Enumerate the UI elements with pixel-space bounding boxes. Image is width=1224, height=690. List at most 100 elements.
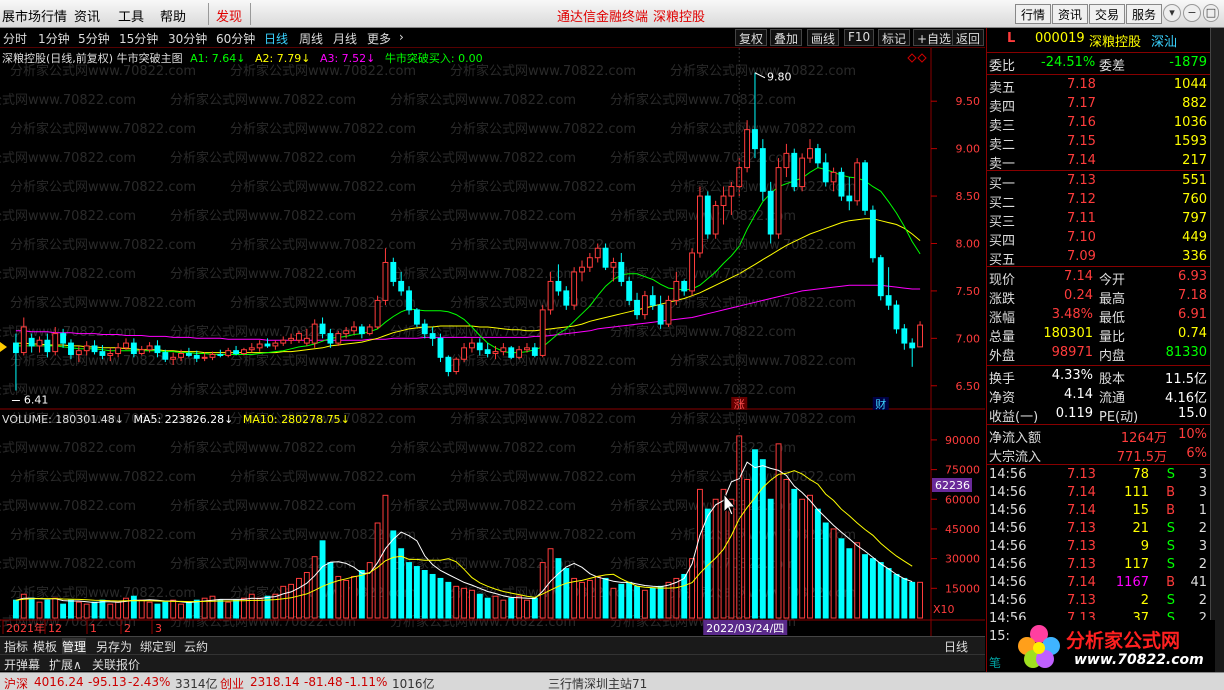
- ask-row[interactable]: 卖三 7.16 1036: [987, 115, 1211, 134]
- candle-up: [20, 326, 27, 354]
- divider: [987, 424, 1211, 425]
- candle-down: [437, 337, 444, 358]
- tick-row[interactable]: 14:56 7.13 78 S 3: [987, 467, 1211, 485]
- ask-row[interactable]: 卖四 7.17 882: [987, 96, 1211, 115]
- volume-bar-up: [296, 577, 302, 619]
- flow-row[interactable]: 净流入额 1264万 10%: [987, 427, 1211, 446]
- divider: [987, 170, 1211, 171]
- tick-time: 14:56: [989, 557, 1027, 572]
- stat-row[interactable]: 现价 7.14 今开 6.93: [987, 269, 1211, 288]
- volume-bar-down: [563, 568, 570, 619]
- price-axis-label: 9.00: [956, 143, 981, 156]
- tab-related-quotes[interactable]: 关联报价: [92, 656, 140, 673]
- candle-up: [579, 266, 585, 273]
- ask-row[interactable]: 卖五 7.18 1044: [987, 77, 1211, 96]
- tick-time: 14:56: [989, 503, 1027, 518]
- tab-danmaku[interactable]: 开弹幕: [4, 656, 40, 673]
- candle-up: [36, 339, 43, 347]
- tab-save-as[interactable]: 另存为: [96, 638, 132, 655]
- tab-cloud[interactable]: 云約: [184, 638, 208, 655]
- tick-row[interactable]: 14:56 7.14 1167 B 41: [987, 575, 1211, 593]
- volume-bar-up: [673, 577, 680, 619]
- tab-expand[interactable]: 扩展∧: [49, 656, 82, 673]
- candle-up: [720, 195, 727, 207]
- candle-up: [83, 345, 90, 352]
- ma60-line: [15, 284, 921, 341]
- candle-up: [594, 247, 601, 259]
- tick-count: 2: [1198, 593, 1207, 608]
- tick-row[interactable]: 14:56 7.13 117 S 2: [987, 557, 1211, 575]
- candle-down: [791, 152, 798, 188]
- candle-down: [91, 345, 98, 353]
- candle-up: [256, 343, 263, 349]
- candle-up: [728, 186, 735, 197]
- volume-bar-down: [44, 599, 51, 619]
- bid-row[interactable]: 买二 7.12 760: [987, 192, 1211, 211]
- candle-down: [618, 261, 625, 282]
- status-cy-change: -81.48: [304, 675, 343, 689]
- extension-tabs: 开弹幕 扩展∧ 关联报价: [0, 654, 985, 673]
- volume-bar-down: [319, 540, 326, 619]
- fundamental-row[interactable]: 换手 4.33% 股本 11.5亿: [987, 368, 1211, 387]
- candle-up: [673, 280, 680, 301]
- bid-row[interactable]: 买五 7.09 336: [987, 249, 1211, 268]
- bid-row[interactable]: 买四 7.10 449: [987, 230, 1211, 249]
- tab-template[interactable]: 模板: [33, 638, 57, 655]
- candle-down: [185, 353, 192, 356]
- price-axis-label: 9.50: [956, 95, 981, 108]
- tick-row[interactable]: 14:56 7.13 9 S 3: [987, 539, 1211, 557]
- candle-down: [531, 347, 538, 356]
- volume-bar-up: [303, 571, 310, 619]
- volume-bar-down: [99, 599, 106, 619]
- candle-down: [752, 129, 758, 150]
- volume-bar-down: [846, 548, 853, 619]
- stat-value: 7.14: [1064, 269, 1093, 284]
- fundamental-row[interactable]: 收益(一) 0.119 PE(动) 15.0: [987, 406, 1211, 425]
- volume-bar-down: [814, 508, 821, 619]
- volume-bar-up: [468, 589, 475, 619]
- fund-label: 流通: [1099, 391, 1126, 406]
- ask-row[interactable]: 卖一 7.14 217: [987, 153, 1211, 172]
- volume-bar-up: [115, 601, 122, 619]
- candle-down: [759, 148, 766, 192]
- bid-price: 7.13: [1067, 173, 1096, 188]
- tab-indicator[interactable]: 指标: [4, 638, 28, 655]
- fundamental-row[interactable]: 净资 4.14 流通 4.16亿: [987, 387, 1211, 406]
- stat-row[interactable]: 总量 180301 量比 0.74: [987, 326, 1211, 345]
- ask-volume: 882: [1182, 96, 1207, 111]
- scrollbar[interactable]: [1210, 28, 1224, 672]
- tick-row[interactable]: 14:56 7.13 2 S 2: [987, 593, 1211, 611]
- bid-row[interactable]: 买三 7.11 797: [987, 211, 1211, 230]
- volume-bar-up: [579, 581, 585, 619]
- indicator-a2: A2: 7.79↓: [255, 52, 311, 65]
- tick-price: 7.14: [1067, 575, 1096, 590]
- tab-bind[interactable]: 绑定到: [140, 638, 176, 655]
- fund-label: 收益(一): [989, 410, 1039, 425]
- ask-row[interactable]: 卖二 7.15 1593: [987, 134, 1211, 153]
- volume-bar-down: [626, 581, 633, 619]
- tick-row[interactable]: 14:56 7.14 15 B 1: [987, 503, 1211, 521]
- tick-row[interactable]: 14:56 7.14 111 B 3: [987, 485, 1211, 503]
- volume-axis-label: 75000: [945, 464, 980, 477]
- tick-side: S: [1166, 593, 1175, 608]
- status-cy-index: 2318.14: [250, 675, 300, 689]
- flow-row[interactable]: 大宗流入 771.5万 6%: [987, 446, 1211, 465]
- bid-row[interactable]: 买一 7.13 551: [987, 173, 1211, 192]
- volume-bar-down: [28, 597, 35, 619]
- tick-count: 2: [1198, 521, 1207, 536]
- event-marker-cai-label: 财: [875, 397, 886, 411]
- fund-value: 4.14: [1064, 387, 1093, 402]
- stat-row[interactable]: 涨幅 3.48% 最低 6.91: [987, 307, 1211, 326]
- candle-up: [138, 349, 145, 355]
- candle-down: [413, 309, 420, 325]
- candle-down: [767, 190, 774, 235]
- candle-up: [500, 347, 507, 353]
- stat-row[interactable]: 涨跌 0.24 最高 7.18: [987, 288, 1211, 307]
- stat-row[interactable]: 外盘 98971 内盘 81330: [987, 345, 1211, 364]
- tick-row[interactable]: 14:56 7.13 21 S 2: [987, 521, 1211, 539]
- volume-bar-up: [280, 585, 287, 619]
- tab-manage[interactable]: 管理: [62, 638, 87, 655]
- status-cy-label: 创业: [220, 677, 245, 690]
- bid-label: 买二: [989, 196, 1016, 211]
- tick-price: 7.14: [1067, 485, 1096, 500]
